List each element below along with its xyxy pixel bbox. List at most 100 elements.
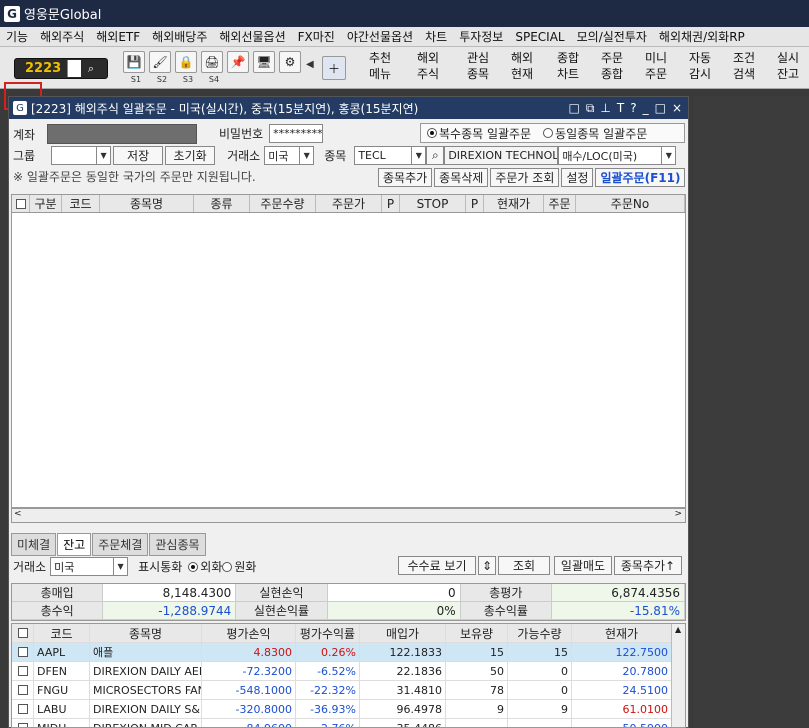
add-symbol-up-button[interactable]: 종목추가↑: [614, 556, 682, 575]
chevron-right-icon[interactable]: >: [674, 509, 682, 519]
delete-symbol-button[interactable]: 종목삭제: [434, 168, 489, 187]
menu-item[interactable]: SPECIAL: [509, 30, 570, 44]
window-control-icon[interactable]: T: [617, 101, 624, 116]
order-type-select[interactable]: 매수/LOC(미국) ▼: [558, 146, 677, 165]
chevron-down-icon[interactable]: ▼: [411, 147, 426, 164]
account-field[interactable]: [47, 124, 198, 144]
horizontal-scrollbar[interactable]: < >: [11, 508, 686, 523]
toolbar-button[interactable]: 실시 잔고: [768, 50, 808, 86]
vertical-scrollbar[interactable]: ▲: [671, 624, 685, 727]
order-grid-body[interactable]: [11, 213, 686, 508]
window-control-icon[interactable]: ⊥: [600, 101, 610, 116]
chevron-down-icon[interactable]: ▼: [67, 60, 81, 77]
toolbar-button[interactable]: 해외 현재: [502, 50, 542, 86]
sort-button[interactable]: ⇕: [478, 556, 496, 575]
table-row[interactable]: AAPL 애플 4.8300 0.26% 122.1833 15 15 122.7500: [12, 643, 685, 662]
select-all-checkbox[interactable]: [12, 624, 34, 642]
row-checkbox[interactable]: [12, 719, 34, 727]
screen-code-input[interactable]: 2223: [15, 61, 67, 76]
menu-item[interactable]: 기능: [0, 28, 34, 45]
pin-icon[interactable]: 📌: [227, 51, 249, 73]
chevron-left-icon[interactable]: ◀: [306, 57, 314, 93]
gear-icon[interactable]: ⚙: [279, 51, 301, 73]
add-symbol-button[interactable]: 종목추가: [378, 168, 433, 187]
search-icon[interactable]: ⌕: [81, 62, 101, 76]
chevron-down-icon[interactable]: ▼: [113, 558, 128, 575]
fee-view-button[interactable]: 수수료 보기: [398, 556, 476, 575]
brush-icon[interactable]: 🖌: [149, 51, 171, 73]
table-row[interactable]: DFEN DIREXION DAILY AER -72.3200 -6.52% 22.1…: [12, 662, 685, 681]
radio-multi[interactable]: [427, 128, 437, 138]
menu-item[interactable]: 모의/실전투자: [571, 28, 653, 45]
tab[interactable]: 주문체결: [92, 533, 149, 556]
tab[interactable]: 잔고: [57, 533, 92, 556]
tab[interactable]: 관심종목: [149, 533, 206, 556]
row-checkbox[interactable]: [12, 700, 34, 718]
window-control-icon[interactable]: ⧉: [586, 101, 595, 116]
monitor-icon[interactable]: 🖥: [253, 51, 275, 73]
summary-row: 총수익 -1,288.9744 실현손익률 0% 총수익률 -15.81%: [12, 602, 685, 620]
chevron-left-icon[interactable]: <: [14, 509, 22, 519]
password-field[interactable]: *********: [269, 124, 324, 143]
screen-code-box[interactable]: 2223 ▼ ⌕: [14, 58, 108, 79]
row-checkbox[interactable]: [12, 681, 34, 699]
row-checkbox[interactable]: [12, 662, 34, 680]
holding-rate: -6.52%: [296, 662, 360, 680]
settings-button[interactable]: 설정: [561, 168, 594, 187]
window-control-icon[interactable]: _: [643, 101, 649, 116]
toolbar-button[interactable]: 주문 종합: [592, 50, 632, 86]
menu-item[interactable]: 해외주식: [34, 28, 90, 45]
table-row[interactable]: MIDU DIREXION MID CAP 3 -84.9600 -2.76% 35.4…: [12, 719, 685, 727]
exchange-select[interactable]: 미국 ▼: [264, 146, 315, 165]
toolbar-button-line2: 현재: [510, 67, 534, 81]
balance-exchange-select[interactable]: 미국 ▼: [50, 557, 129, 576]
save-icon[interactable]: 💾: [123, 51, 145, 73]
menu-item[interactable]: 해외선물옵션: [213, 28, 291, 45]
reset-button[interactable]: 초기화: [165, 146, 216, 165]
toolbar-button[interactable]: 관심 종목: [458, 50, 498, 86]
chevron-down-icon[interactable]: ▼: [299, 147, 314, 164]
radio-foreign[interactable]: [188, 561, 199, 572]
window-control-icon[interactable]: □: [655, 101, 666, 116]
radio-same[interactable]: [543, 128, 554, 138]
window-control-icon[interactable]: ×: [672, 101, 682, 116]
holding-rate: 0.26%: [296, 643, 360, 661]
radio-krw[interactable]: [222, 561, 233, 572]
print-icon[interactable]: 🖨: [201, 51, 223, 73]
toolbar-button[interactable]: 조건 검색: [724, 50, 764, 86]
price-query-button[interactable]: 주문가 조회: [490, 168, 560, 187]
query-button[interactable]: 조회: [498, 556, 550, 575]
add-screen-icon[interactable]: ＋: [322, 56, 346, 80]
menu-item[interactable]: 해외배당주: [146, 28, 213, 45]
sell-all-button[interactable]: 일괄매도: [554, 556, 612, 575]
menu-item[interactable]: 해외ETF: [90, 28, 146, 45]
select-all-checkbox[interactable]: [12, 195, 30, 212]
group-select[interactable]: ▼: [51, 146, 112, 165]
lock-icon[interactable]: 🔒: [175, 51, 197, 73]
window-control-icon[interactable]: □: [569, 101, 580, 116]
symbol-input[interactable]: TECL ▼: [354, 146, 427, 165]
toolbar-button[interactable]: 자동 감시: [680, 50, 720, 86]
toolbar-button[interactable]: 추천 메뉴: [360, 50, 400, 86]
menu-item[interactable]: FX마진: [292, 28, 341, 45]
menu-item[interactable]: 야간선물옵션: [341, 28, 419, 45]
menu-item[interactable]: 투자정보: [453, 28, 509, 45]
save-button[interactable]: 저장: [113, 146, 164, 165]
toolbar-button[interactable]: 해외 주식: [408, 50, 448, 86]
table-row[interactable]: LABU DIREXION DAILY S&P -320.8000 -36.93% 96…: [12, 700, 685, 719]
chevron-up-icon[interactable]: ▲: [675, 625, 681, 634]
menu-item[interactable]: 차트: [419, 28, 453, 45]
batch-order-button[interactable]: 일괄주문(F11): [595, 168, 686, 187]
holding-qty: 9: [446, 700, 508, 718]
chevron-down-icon[interactable]: ▼: [661, 147, 676, 164]
menu-item[interactable]: 해외채권/외화RP: [653, 28, 751, 45]
tab[interactable]: 미체결: [11, 533, 57, 556]
toolbar-button[interactable]: 미니 주문: [636, 50, 676, 86]
search-icon[interactable]: ⌕: [426, 146, 445, 165]
toolbar-button-line2: 잔고: [776, 67, 800, 81]
toolbar-button[interactable]: 종합 차트: [548, 50, 588, 86]
chevron-down-icon[interactable]: ▼: [96, 147, 111, 164]
window-control-icon[interactable]: ?: [630, 101, 636, 116]
row-checkbox[interactable]: [12, 643, 34, 661]
table-row[interactable]: FNGUMICROSECTORS FANG-548.1000-22.32%31.…: [12, 681, 685, 700]
